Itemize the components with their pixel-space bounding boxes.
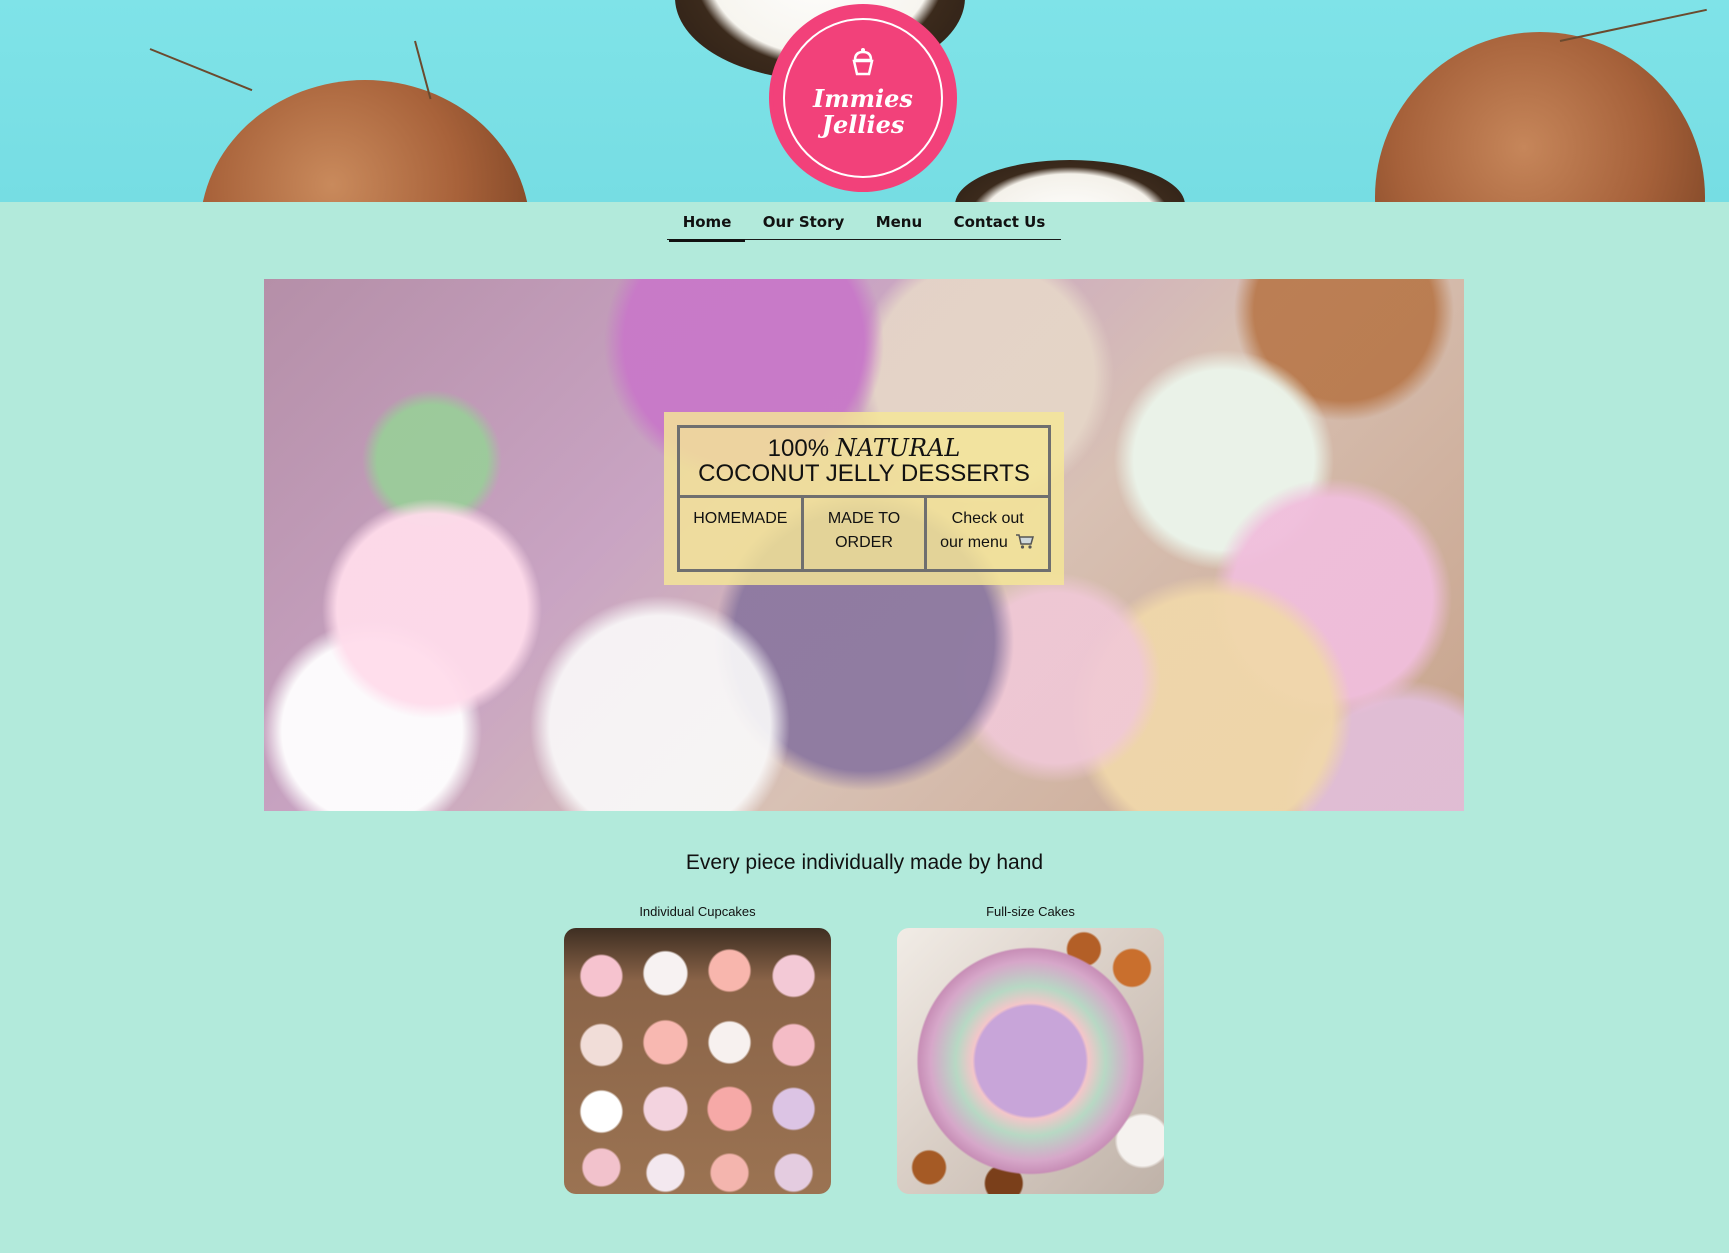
feature-homemade-label: HOMEMADE (693, 510, 788, 527)
logo-line-2: Jellies (821, 110, 905, 139)
gallery-label-cupcakes: Individual Cupcakes (639, 904, 756, 919)
hero-title-line2: COCONUT JELLY DESSERTS (698, 460, 1030, 487)
brand-logo[interactable]: Immies Jellies (773, 8, 953, 188)
gallery-label-cakes: Full-size Cakes (986, 904, 1075, 919)
logo-line-1: Immies (813, 84, 913, 113)
coconut-fiber (1559, 8, 1707, 42)
gallery-image-cupcakes[interactable] (564, 928, 831, 1194)
feature-made-to-order-label: MADE TO ORDER (828, 507, 900, 555)
menu-link-line2: our menu (940, 534, 1008, 551)
feature-homemade: HOMEMADE (680, 498, 801, 569)
feature-made-to-order-line1: MADE TO (827, 510, 901, 527)
header-banner: Immies Jellies (0, 0, 1729, 202)
hero-image: 100% NATURAL COCONUT JELLY DESSERTS HOME… (264, 279, 1464, 811)
hero-box: 100% NATURAL COCONUT JELLY DESSERTS HOME… (677, 425, 1051, 572)
nav-contact-us[interactable]: Contact Us (940, 211, 1060, 237)
tagline: Every piece individually made by hand (685, 851, 1044, 874)
hero-title: 100% NATURAL COCONUT JELLY DESSERTS (680, 428, 1048, 498)
hero-title-prefix: 100% (767, 435, 830, 462)
feature-made-to-order: MADE TO ORDER (800, 498, 925, 569)
coconut-half-bottom (955, 160, 1185, 202)
menu-link-line1: Check out (951, 510, 1024, 527)
nav-home[interactable]: Home (668, 211, 746, 242)
gallery-image-cakes[interactable] (897, 928, 1164, 1194)
menu-link[interactable]: Check out our menu (924, 498, 1048, 569)
hero-features: HOMEMADE MADE TO ORDER Check out our men… (680, 498, 1048, 569)
coconut-image-right (1375, 32, 1705, 202)
cart-icon (1016, 534, 1035, 549)
feature-made-to-order-line2: ORDER (835, 534, 893, 551)
nav-menu[interactable]: Menu (862, 211, 936, 237)
main-nav: Home Our Story Menu Contact Us (667, 211, 1061, 242)
menu-link-label: Check out our menu (940, 507, 1035, 555)
coconut-fiber (149, 48, 253, 92)
nav-our-story[interactable]: Our Story (749, 211, 859, 237)
hero-title-natural: NATURAL (835, 434, 961, 462)
logo-wordmark: Immies Jellies (773, 86, 953, 138)
hero-card: 100% NATURAL COCONUT JELLY DESSERTS HOME… (664, 412, 1064, 585)
cupcake-icon (852, 48, 874, 76)
coconut-image-left (200, 80, 530, 202)
